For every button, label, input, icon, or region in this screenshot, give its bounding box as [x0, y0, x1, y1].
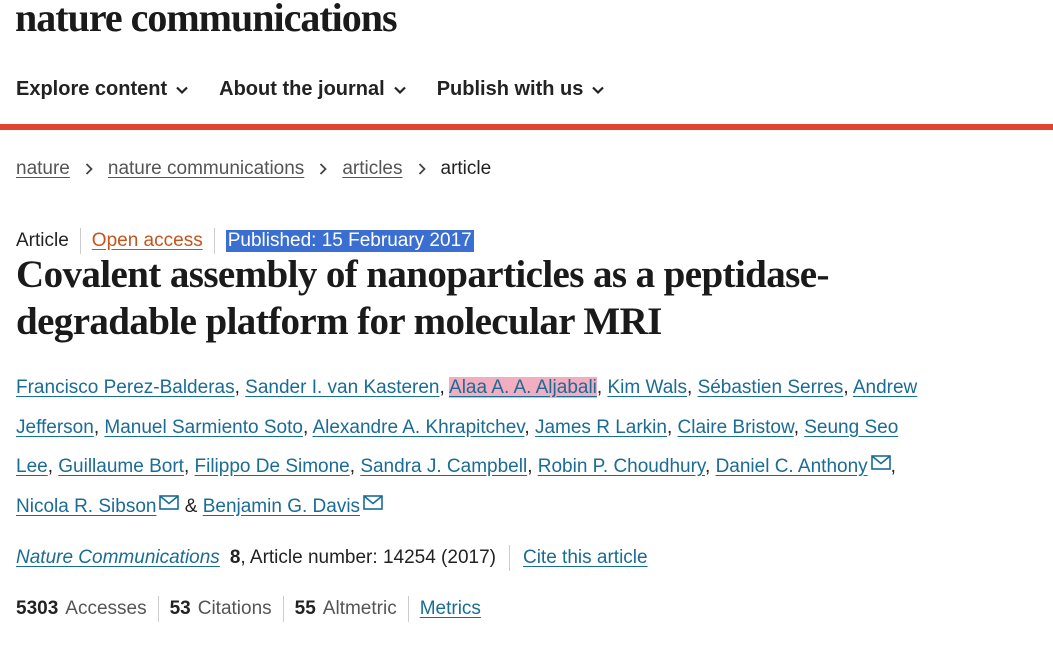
nav-about-journal[interactable]: About the journal — [219, 78, 407, 101]
main-nav: Explore content About the journal Publis… — [16, 78, 635, 101]
accesses-label: Accesses — [65, 598, 147, 619]
author-list: Francisco Perez-Balderas, Sander I. van … — [16, 377, 918, 517]
author-link[interactable]: Sébastien Serres — [698, 377, 844, 398]
chevron-down-icon — [393, 86, 406, 94]
divider — [157, 596, 159, 622]
author-link[interactable]: Sander I. van Kasteren — [245, 377, 439, 398]
author-link[interactable]: Claire Bristow — [678, 417, 794, 438]
author-link[interactable]: Alexandre A. Khrapitchev — [312, 417, 524, 438]
mail-icon[interactable] — [870, 455, 891, 470]
cite-this-article-link[interactable]: Cite this article — [523, 547, 648, 569]
breadcrumb: nature nature communications articles ar… — [16, 158, 491, 180]
author-link[interactable]: Francisco Perez-Balderas — [16, 377, 235, 398]
header-divider — [0, 124, 1053, 130]
accesses-count: 5303 — [16, 598, 59, 619]
author-link[interactable]: Filippo De Simone — [195, 456, 350, 477]
citations-count: 53 — [169, 598, 191, 619]
author-link[interactable]: Manuel Sarmiento Soto — [104, 417, 303, 438]
author-link[interactable]: Guillaume Bort — [58, 456, 184, 477]
author-link[interactable]: Nicola R. Sibson — [16, 496, 156, 517]
breadcrumb-nature-communications[interactable]: nature communications — [108, 158, 304, 180]
author-link[interactable]: Sandra J. Campbell — [360, 456, 527, 477]
published-date: Published: 15 February 2017 — [225, 230, 474, 252]
altmetric-label: Altmetric — [322, 598, 397, 619]
article-type: Article — [16, 230, 69, 251]
journal-link[interactable]: Nature Communications — [16, 547, 220, 569]
author-link-highlighted[interactable]: Alaa A. A. Aljabali — [449, 377, 597, 398]
nav-label: Explore content — [16, 78, 168, 100]
divider — [407, 596, 409, 622]
nav-publish-with-us[interactable]: Publish with us — [437, 78, 606, 101]
nav-explore-content[interactable]: Explore content — [16, 78, 189, 101]
open-access-link[interactable]: Open access — [92, 230, 203, 252]
breadcrumb-current: article — [440, 158, 492, 179]
chevron-right-icon — [418, 163, 426, 175]
altmetric-count: 55 — [294, 598, 316, 619]
nav-label: About the journal — [219, 78, 385, 100]
citations-label: Citations — [197, 598, 272, 619]
metrics-link[interactable]: Metrics — [420, 598, 481, 620]
author-link[interactable]: Daniel C. Anthony — [716, 456, 868, 477]
chevron-right-icon — [85, 163, 93, 175]
mail-icon[interactable] — [363, 494, 383, 510]
site-logo[interactable]: nature communications — [15, 0, 398, 41]
article-metrics: 5303 Accesses 53 Citations 55 Altmetric … — [16, 596, 481, 622]
author-joiner: & — [184, 495, 198, 517]
breadcrumb-nature[interactable]: nature — [16, 158, 70, 180]
author-link[interactable]: Robin P. Choudhury — [538, 456, 705, 477]
article-number: , Article number: 14254 (2017) — [240, 547, 496, 568]
chevron-down-icon — [176, 86, 188, 94]
chevron-right-icon — [320, 163, 328, 175]
breadcrumb-articles[interactable]: articles — [342, 158, 402, 180]
article-title: Covalent assembly of nanoparticles as a … — [16, 253, 829, 343]
author-link[interactable]: Benjamin G. Davis — [203, 496, 360, 517]
divider — [508, 545, 510, 571]
journal-volume: 8 — [229, 547, 241, 568]
divider — [282, 596, 284, 622]
author-link[interactable]: James R Larkin — [535, 417, 667, 438]
nav-label: Publish with us — [436, 78, 584, 100]
mail-icon[interactable] — [159, 494, 180, 510]
author-link[interactable]: Kim Wals — [607, 377, 687, 398]
citation-line: Nature Communications 8 , Article number… — [16, 545, 648, 571]
chevron-down-icon — [592, 86, 605, 94]
